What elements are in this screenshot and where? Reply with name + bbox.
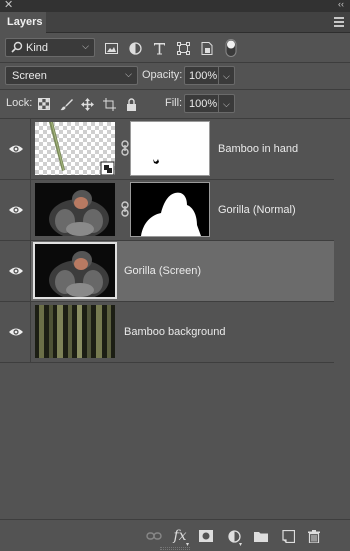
lock-row: Lock: Fill: 100% ⌵ bbox=[0, 90, 350, 118]
trash-icon[interactable] bbox=[306, 528, 322, 544]
resize-grip[interactable] bbox=[160, 547, 190, 550]
blend-mode-value: Screen bbox=[12, 70, 47, 82]
filter-row: Kind ⌵ bbox=[0, 34, 350, 62]
layer-mask-thumbnail[interactable] bbox=[130, 182, 210, 237]
eye-icon[interactable] bbox=[8, 142, 24, 156]
layer-row[interactable]: Bamboo background bbox=[0, 302, 334, 363]
add-mask-icon[interactable] bbox=[198, 528, 214, 544]
chevron-down-icon: ⌵ bbox=[82, 41, 89, 51]
close-icon[interactable]: ✕ bbox=[4, 0, 13, 11]
layer-thumbnail[interactable] bbox=[35, 305, 115, 358]
lock-all-icon[interactable] bbox=[124, 97, 138, 111]
mask-link-icon[interactable] bbox=[120, 140, 130, 156]
adjustment-dropdown-indicator-icon: ▾ bbox=[239, 542, 243, 548]
lock-artboard-icon[interactable] bbox=[102, 97, 116, 111]
layer-name: Gorilla (Normal) bbox=[218, 204, 296, 216]
mask-link-icon[interactable] bbox=[120, 201, 130, 217]
opacity-label: Opacity: bbox=[142, 69, 183, 81]
scrollbar[interactable] bbox=[334, 119, 350, 519]
layers-list: Bamboo in hand Gorilla (Normal) Gorilla … bbox=[0, 119, 350, 519]
filter-toggle-icon[interactable] bbox=[225, 39, 237, 57]
panel-tab-bar: Layers bbox=[0, 12, 350, 33]
blend-mode-dropdown[interactable]: Screen ⌵ bbox=[5, 66, 138, 85]
link-layers-icon[interactable] bbox=[146, 528, 162, 544]
lock-pixels-icon[interactable] bbox=[59, 97, 73, 111]
type-filter-icon[interactable] bbox=[152, 41, 166, 55]
layer-row[interactable]: Bamboo in hand bbox=[0, 119, 334, 180]
lock-position-icon[interactable] bbox=[80, 97, 94, 111]
panel-top-strip: ✕ ‹‹ bbox=[0, 0, 350, 12]
layer-thumbnail[interactable] bbox=[35, 183, 115, 236]
layer-name: Bamboo in hand bbox=[218, 143, 299, 155]
lock-transparency-icon[interactable] bbox=[37, 97, 51, 111]
fill-slider-button[interactable]: ⌵ bbox=[219, 94, 235, 113]
layer-mask-thumbnail[interactable] bbox=[130, 121, 210, 176]
blend-row: Screen ⌵ Opacity: 100% ⌵ bbox=[0, 63, 350, 89]
lock-label: Lock: bbox=[6, 97, 33, 109]
search-icon bbox=[11, 41, 23, 56]
shape-filter-icon[interactable] bbox=[176, 41, 190, 55]
layer-row[interactable]: Gorilla (Screen) bbox=[0, 241, 334, 302]
fill-label: Fill: bbox=[165, 97, 183, 109]
smart-object-filter-icon[interactable] bbox=[200, 41, 214, 55]
layer-row[interactable]: Gorilla (Normal) bbox=[0, 180, 334, 241]
kind-filter-dropdown[interactable]: Kind ⌵ bbox=[5, 38, 95, 57]
eye-icon[interactable] bbox=[8, 264, 24, 278]
kind-filter-label: Kind bbox=[26, 42, 49, 54]
layer-thumbnail[interactable] bbox=[33, 242, 117, 299]
panel-menu-icon[interactable] bbox=[334, 17, 344, 29]
opacity-slider-button[interactable]: ⌵ bbox=[219, 66, 235, 85]
adjustment-filter-icon[interactable] bbox=[128, 41, 142, 55]
layers-footer: fx ▾ ▾ bbox=[0, 519, 350, 551]
tab-layers[interactable]: Layers bbox=[0, 12, 46, 33]
layer-name: Gorilla (Screen) bbox=[124, 265, 202, 277]
new-layer-icon[interactable] bbox=[280, 528, 296, 544]
eye-icon[interactable] bbox=[8, 203, 24, 217]
chevron-down-icon: ⌵ bbox=[125, 69, 132, 79]
new-group-icon[interactable] bbox=[253, 528, 269, 544]
collapse-icon[interactable]: ‹‹ bbox=[338, 0, 344, 9]
layer-name: Bamboo background bbox=[124, 326, 226, 338]
layer-thumbnail[interactable] bbox=[35, 122, 115, 175]
image-filter-icon[interactable] bbox=[104, 41, 118, 55]
eye-icon[interactable] bbox=[8, 325, 24, 339]
fill-input[interactable]: 100% bbox=[184, 94, 219, 113]
opacity-input[interactable]: 100% bbox=[184, 66, 219, 85]
